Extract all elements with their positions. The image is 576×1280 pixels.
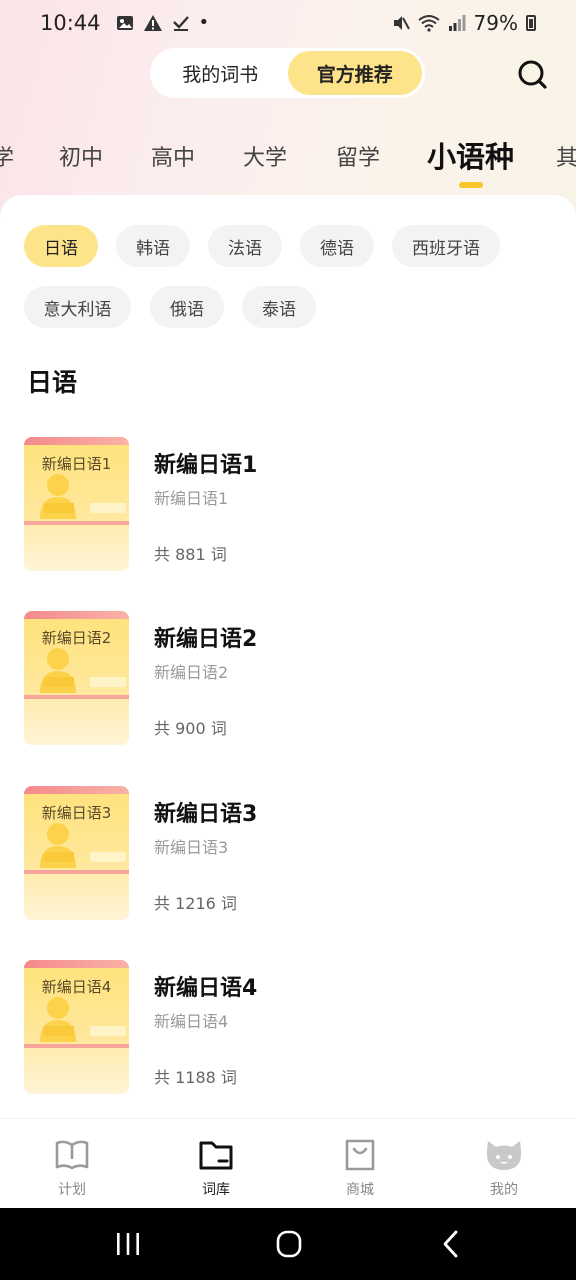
nav-label: 商城	[346, 1182, 374, 1198]
book-cover-title: 新编日语3	[41, 804, 112, 822]
tab-category-senior-high[interactable]: 高中	[151, 140, 195, 172]
nav-plan[interactable]: 计划	[0, 1119, 144, 1209]
book-cover-title: 新编日语1	[41, 455, 112, 473]
book-item[interactable]: 新编日语2 新编日语2 新编日语2 共 900 词	[24, 611, 564, 747]
battery-percent: 79%	[473, 11, 518, 35]
folder-icon	[199, 1141, 233, 1170]
chip-spanish[interactable]: 西班牙语	[392, 225, 500, 267]
book-title: 新编日语4	[154, 976, 258, 1001]
download-done-icon	[172, 14, 190, 32]
book-subtitle: 新编日语2	[154, 663, 229, 682]
book-cover: 新编日语1	[24, 437, 129, 571]
cat-face-icon	[487, 1141, 521, 1170]
book-title: 新编日语1	[154, 453, 258, 478]
chip-german[interactable]: 德语	[300, 225, 374, 267]
tab-category-minor-languages[interactable]: 小语种	[427, 134, 514, 176]
book-title: 新编日语3	[154, 802, 258, 827]
book-subtitle: 新编日语4	[154, 1012, 229, 1031]
warning-icon	[143, 14, 163, 32]
book-cover-title: 新编日语4	[41, 978, 112, 996]
book-open-icon	[55, 1140, 89, 1170]
book-word-count: 共 881 词	[154, 545, 227, 564]
reader-figure-icon	[40, 474, 76, 519]
nav-store[interactable]: 商城	[288, 1119, 432, 1209]
nav-label: 我的	[490, 1182, 518, 1198]
wifi-icon	[417, 14, 440, 32]
home-button[interactable]	[271, 1228, 307, 1260]
book-title: 新编日语2	[154, 627, 258, 652]
nav-mine[interactable]: 我的	[432, 1119, 576, 1209]
content-panel: 日语 韩语 法语 德语 西班牙语 意大利语 俄语 泰语 日语 新编日语1 新编日…	[0, 195, 576, 1120]
category-tabs: 学 初中 高中 大学 留学 小语种 其	[0, 128, 576, 192]
nav-label: 计划	[58, 1182, 86, 1198]
tab-category-partial-left[interactable]: 学	[0, 140, 14, 172]
book-word-count: 共 1188 词	[154, 1068, 237, 1087]
recent-apps-icon	[117, 1233, 139, 1255]
section-title: 日语	[27, 368, 78, 397]
book-item[interactable]: 新编日语3 新编日语3 新编日语3 共 1216 词	[24, 786, 564, 922]
system-navigation-bar	[0, 1208, 576, 1280]
book-word-count: 共 1216 词	[154, 894, 237, 913]
book-cover: 新编日语2	[24, 611, 129, 745]
search-button[interactable]	[512, 54, 552, 94]
tab-category-junior-high[interactable]: 初中	[59, 140, 103, 172]
bottom-navigation: 计划 词库 商城 我的	[0, 1118, 576, 1208]
back-button[interactable]	[434, 1228, 470, 1260]
home-icon	[276, 1230, 302, 1258]
reader-figure-icon	[40, 997, 76, 1042]
book-item[interactable]: 新编日语1 新编日语1 新编日语1 共 881 词	[24, 437, 564, 573]
mute-icon	[392, 14, 410, 32]
book-cover: 新编日语3	[24, 786, 129, 920]
notification-dot: •	[198, 12, 210, 33]
nav-wordbank[interactable]: 词库	[144, 1119, 288, 1209]
tab-category-study-abroad[interactable]: 留学	[336, 140, 380, 172]
tab-my-wordbooks[interactable]: 我的词书	[153, 51, 288, 95]
status-bar: 10:44 • 79%	[0, 0, 576, 46]
shopping-bag-icon	[345, 1139, 375, 1171]
book-item[interactable]: 新编日语4 新编日语4 新编日语4 共 1188 词	[24, 960, 564, 1096]
reader-figure-icon	[40, 823, 76, 868]
book-word-count: 共 900 词	[154, 719, 227, 738]
recent-apps-button[interactable]	[110, 1228, 146, 1260]
header: 我的词书 官方推荐	[0, 48, 576, 100]
book-subtitle: 新编日语3	[154, 838, 229, 857]
nav-label: 词库	[202, 1182, 230, 1198]
chip-russian[interactable]: 俄语	[150, 286, 224, 328]
tab-category-partial-right[interactable]: 其	[556, 140, 576, 172]
chip-korean[interactable]: 韩语	[116, 225, 190, 267]
active-tab-indicator	[459, 182, 483, 188]
back-icon	[443, 1230, 458, 1258]
search-icon	[518, 60, 547, 89]
signal-icon	[448, 14, 466, 32]
chip-italian[interactable]: 意大利语	[24, 286, 131, 328]
book-subtitle: 新编日语1	[154, 489, 229, 508]
chip-french[interactable]: 法语	[208, 225, 282, 267]
tab-official-recommend[interactable]: 官方推荐	[287, 51, 422, 95]
status-time: 10:44	[40, 11, 101, 35]
wordbook-segmented-control: 我的词书 官方推荐	[150, 48, 425, 98]
reader-figure-icon	[40, 648, 76, 693]
tab-category-university[interactable]: 大学	[243, 140, 287, 172]
chip-japanese[interactable]: 日语	[24, 225, 98, 267]
gallery-icon	[116, 14, 134, 32]
book-cover-title: 新编日语2	[41, 629, 112, 647]
battery-icon	[526, 15, 536, 31]
book-cover: 新编日语4	[24, 960, 129, 1094]
chip-thai[interactable]: 泰语	[242, 286, 316, 328]
